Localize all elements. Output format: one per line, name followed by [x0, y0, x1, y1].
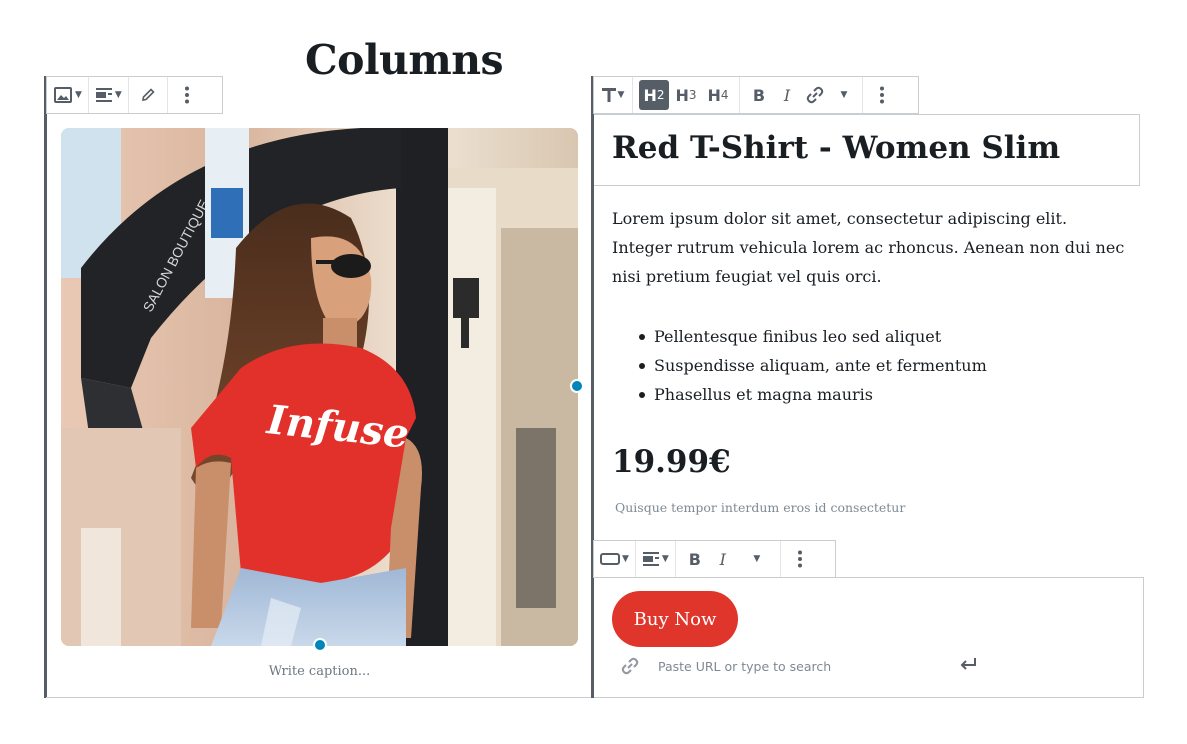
heading-level-4-label: H: [707, 85, 721, 105]
heading-level-3-number: 3: [688, 88, 697, 102]
link-icon: [621, 657, 639, 675]
chevron-down-icon: ▼: [114, 90, 122, 100]
more-options-button[interactable]: [787, 544, 813, 574]
image-block-toolbar: ▼ ▼: [46, 76, 223, 114]
apply-url-button[interactable]: [960, 656, 978, 675]
chevron-down-icon: ▼: [753, 554, 761, 564]
feature-list[interactable]: Pellentesque finibus leo sed aliquet Sus…: [639, 322, 987, 409]
heading-level-2-number: 2: [656, 88, 665, 102]
chevron-down-icon: ▼: [622, 554, 629, 564]
align-group: ▼: [636, 541, 676, 577]
bold-button[interactable]: B: [682, 544, 708, 574]
italic-button[interactable]: I: [710, 544, 736, 574]
heading-level-3-button[interactable]: H3: [671, 80, 701, 110]
list-item[interactable]: Phasellus et magna mauris: [639, 380, 987, 409]
url-search-input[interactable]: [658, 658, 948, 674]
format-group: B I ▼: [676, 541, 781, 577]
chevron-down-icon: ▼: [840, 90, 848, 100]
change-alignment-button[interactable]: ▼: [95, 80, 122, 110]
edit-image-button[interactable]: [135, 80, 161, 110]
chevron-down-icon: ▼: [661, 554, 669, 564]
product-price[interactable]: 19.99€: [612, 444, 731, 480]
more-vertical-icon: [797, 550, 802, 568]
resize-handle-bottom[interactable]: [313, 638, 327, 652]
more-formats-dropdown[interactable]: ▼: [738, 544, 774, 574]
button-block-toolbar: ▼ ▼ B I ▼: [593, 540, 836, 578]
chevron-down-icon: ▼: [75, 90, 82, 100]
more-vertical-icon: [880, 86, 884, 104]
more-group: [168, 77, 206, 113]
heading-level-2-button[interactable]: H2: [639, 80, 669, 110]
heading-block-button[interactable]: ▼: [600, 80, 626, 110]
more-options-button[interactable]: [869, 80, 895, 110]
edit-group: [129, 77, 168, 113]
woman-red-tshirt-photo: SALON BOUTIQUE Infuse: [61, 128, 578, 646]
resize-handle-right[interactable]: [570, 379, 584, 393]
align-icon: [642, 552, 659, 566]
link-icon: [806, 86, 824, 104]
heading-level-group: H2 H3 H4: [633, 77, 740, 113]
button-block-button[interactable]: ▼: [600, 544, 629, 574]
format-group: B I ▼: [740, 77, 863, 113]
list-item[interactable]: Pellentesque finibus leo sed aliquet: [639, 322, 987, 351]
more-vertical-icon: [184, 86, 189, 104]
change-block-type-group: ▼: [594, 77, 633, 113]
page-title: Columns: [305, 36, 504, 84]
more-group: [781, 541, 819, 577]
change-block-type-group: ▼: [47, 77, 89, 113]
caption-input[interactable]: Write caption...: [46, 664, 593, 679]
more-formats-dropdown[interactable]: ▼: [830, 80, 856, 110]
image-block-button[interactable]: ▼: [53, 80, 82, 110]
change-block-type-group: ▼: [594, 541, 636, 577]
align-icon: [95, 88, 112, 102]
heading-level-4-button[interactable]: H4: [703, 80, 733, 110]
more-options-button[interactable]: [174, 80, 200, 110]
bold-button[interactable]: B: [746, 80, 772, 110]
heading-level-4-number: 4: [720, 88, 729, 102]
image-icon: [54, 87, 72, 103]
more-group: [863, 77, 901, 113]
link-button[interactable]: [802, 80, 828, 110]
chevron-down-icon: ▼: [617, 90, 625, 100]
button-icon: [600, 553, 620, 565]
product-subtext[interactable]: Quisque tempor interdum eros id consecte…: [615, 500, 905, 515]
buy-now-button[interactable]: Buy Now: [612, 591, 738, 647]
enter-icon: [960, 658, 976, 670]
product-image[interactable]: SALON BOUTIQUE Infuse: [61, 128, 578, 646]
heading-level-3-label: H: [675, 85, 689, 105]
align-group: ▼: [89, 77, 129, 113]
product-heading[interactable]: Red T-Shirt - Women Slim: [612, 130, 1060, 166]
text-T-icon: [601, 88, 616, 102]
url-input-row: [620, 654, 990, 678]
heading-block-toolbar: ▼ H2 H3 H4 B I ▼: [593, 76, 919, 114]
change-alignment-button[interactable]: ▼: [642, 544, 669, 574]
list-item[interactable]: Suspendisse aliquam, ante et fermentum: [639, 351, 987, 380]
heading-level-2-label: H: [643, 85, 657, 105]
italic-button[interactable]: I: [774, 80, 800, 110]
product-description[interactable]: Lorem ipsum dolor sit amet, consectetur …: [612, 204, 1132, 291]
pencil-icon: [141, 88, 155, 101]
